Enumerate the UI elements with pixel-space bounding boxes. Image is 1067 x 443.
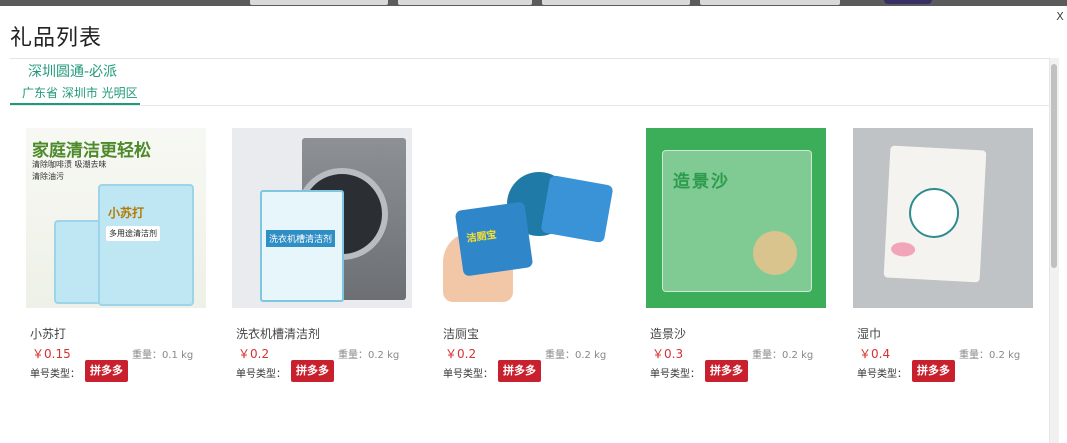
- top-tab: [398, 0, 532, 5]
- package-label: 造景沙: [673, 172, 730, 192]
- title-divider: [10, 58, 1050, 59]
- scrollbar-thumb[interactable]: [1051, 64, 1057, 268]
- package: 小苏打 多用途清洁剂: [98, 184, 194, 306]
- product-name: 洗衣机槽清洁剂: [236, 327, 321, 341]
- product-image[interactable]: 洗衣机槽清洁剂: [232, 128, 412, 308]
- package: 洁厕宝: [454, 201, 534, 277]
- product-weight: 重量：0.2 kg: [545, 350, 607, 361]
- package: [540, 174, 614, 244]
- product-price: ￥0.2: [238, 347, 270, 361]
- tabs-divider: [10, 105, 1050, 106]
- product-weight: 重量：0.2 kg: [752, 350, 814, 361]
- product-name: 小苏打: [30, 327, 67, 341]
- platform-badge[interactable]: 拼多多: [85, 360, 128, 382]
- product-image[interactable]: [853, 128, 1033, 308]
- sand-icon: [753, 231, 797, 275]
- shop-name: 深圳圆通-必派: [28, 64, 118, 80]
- top-strip: [0, 0, 1067, 6]
- product-image[interactable]: 洁厕宝: [439, 128, 619, 308]
- top-tab: [542, 0, 690, 5]
- order-type-label: 单号类型：: [443, 369, 493, 380]
- product-name: 洁厕宝: [443, 327, 480, 341]
- product-price: ￥0.4: [859, 347, 891, 361]
- product-weight: 重量：0.2 kg: [959, 350, 1021, 361]
- image-subtext-line: 清除咖啡渍 吸潮去味: [32, 160, 107, 169]
- platform-badge[interactable]: 拼多多: [705, 360, 748, 382]
- product-card-4[interactable]: 造景沙 造景沙 ￥0.3 重量：0.2 kg 单号类型： 拼多多: [646, 128, 826, 382]
- platform-badge[interactable]: 拼多多: [291, 360, 334, 382]
- order-type-label: 单号类型：: [236, 369, 286, 380]
- product-image[interactable]: 造景沙: [646, 128, 826, 308]
- product-price: ￥0.3: [652, 347, 684, 361]
- image-headline: 家庭清洁更轻松: [32, 141, 151, 161]
- package-label: 小苏打: [108, 206, 145, 220]
- product-name: 造景沙: [650, 327, 687, 341]
- close-icon[interactable]: X: [1053, 10, 1067, 23]
- package: [883, 145, 987, 283]
- top-tab: [700, 0, 840, 5]
- product-price: ￥0.2: [445, 347, 477, 361]
- order-type-label: 单号类型：: [650, 369, 700, 380]
- order-type-label: 单号类型：: [857, 369, 907, 380]
- product-card-1[interactable]: 家庭清洁更轻松 清除咖啡渍 吸潮去味 清除油污 小苏打 多用途清洁剂 小苏打 ￥…: [26, 128, 206, 382]
- modal-title: 礼品列表: [10, 26, 103, 51]
- tab-region[interactable]: 广东省 深圳市 光明区: [10, 84, 140, 105]
- platform-badge[interactable]: 拼多多: [498, 360, 541, 382]
- logo-icon: [907, 186, 961, 240]
- order-type-label: 单号类型：: [30, 369, 80, 380]
- flower-icon: [890, 241, 916, 257]
- package: 洗衣机槽清洁剂: [260, 190, 344, 302]
- product-image[interactable]: 家庭清洁更轻松 清除咖啡渍 吸潮去味 清除油污 小苏打 多用途清洁剂: [26, 128, 206, 308]
- product-card-2[interactable]: 洗衣机槽清洁剂 洗衣机槽清洁剂 ￥0.2 重量：0.2 kg 单号类型： 拼多多: [232, 128, 412, 382]
- package-label: 洁厕宝: [466, 229, 498, 245]
- product-price: ￥0.15: [32, 347, 71, 361]
- package-sublabel: 多用途清洁剂: [106, 226, 160, 241]
- product-card-5[interactable]: 湿巾 ￥0.4 重量：0.2 kg 单号类型： 拼多多: [853, 128, 1033, 382]
- product-weight: 重量：0.1 kg: [132, 350, 194, 361]
- product-card-3[interactable]: 洁厕宝 洁厕宝 ￥0.2 重量：0.2 kg 单号类型： 拼多多: [439, 128, 619, 382]
- product-weight: 重量：0.2 kg: [338, 350, 400, 361]
- platform-badge[interactable]: 拼多多: [912, 360, 955, 382]
- top-indicator: [884, 0, 932, 4]
- scrollbar[interactable]: [1049, 58, 1059, 443]
- product-name: 湿巾: [857, 327, 882, 341]
- package-label: 洗衣机槽清洁剂: [266, 230, 336, 247]
- top-tab: [250, 0, 388, 5]
- package: 造景沙: [662, 150, 812, 292]
- image-subtext: 清除咖啡渍 吸潮去味 清除油污: [32, 159, 107, 183]
- image-subtext-line: 清除油污: [32, 172, 64, 181]
